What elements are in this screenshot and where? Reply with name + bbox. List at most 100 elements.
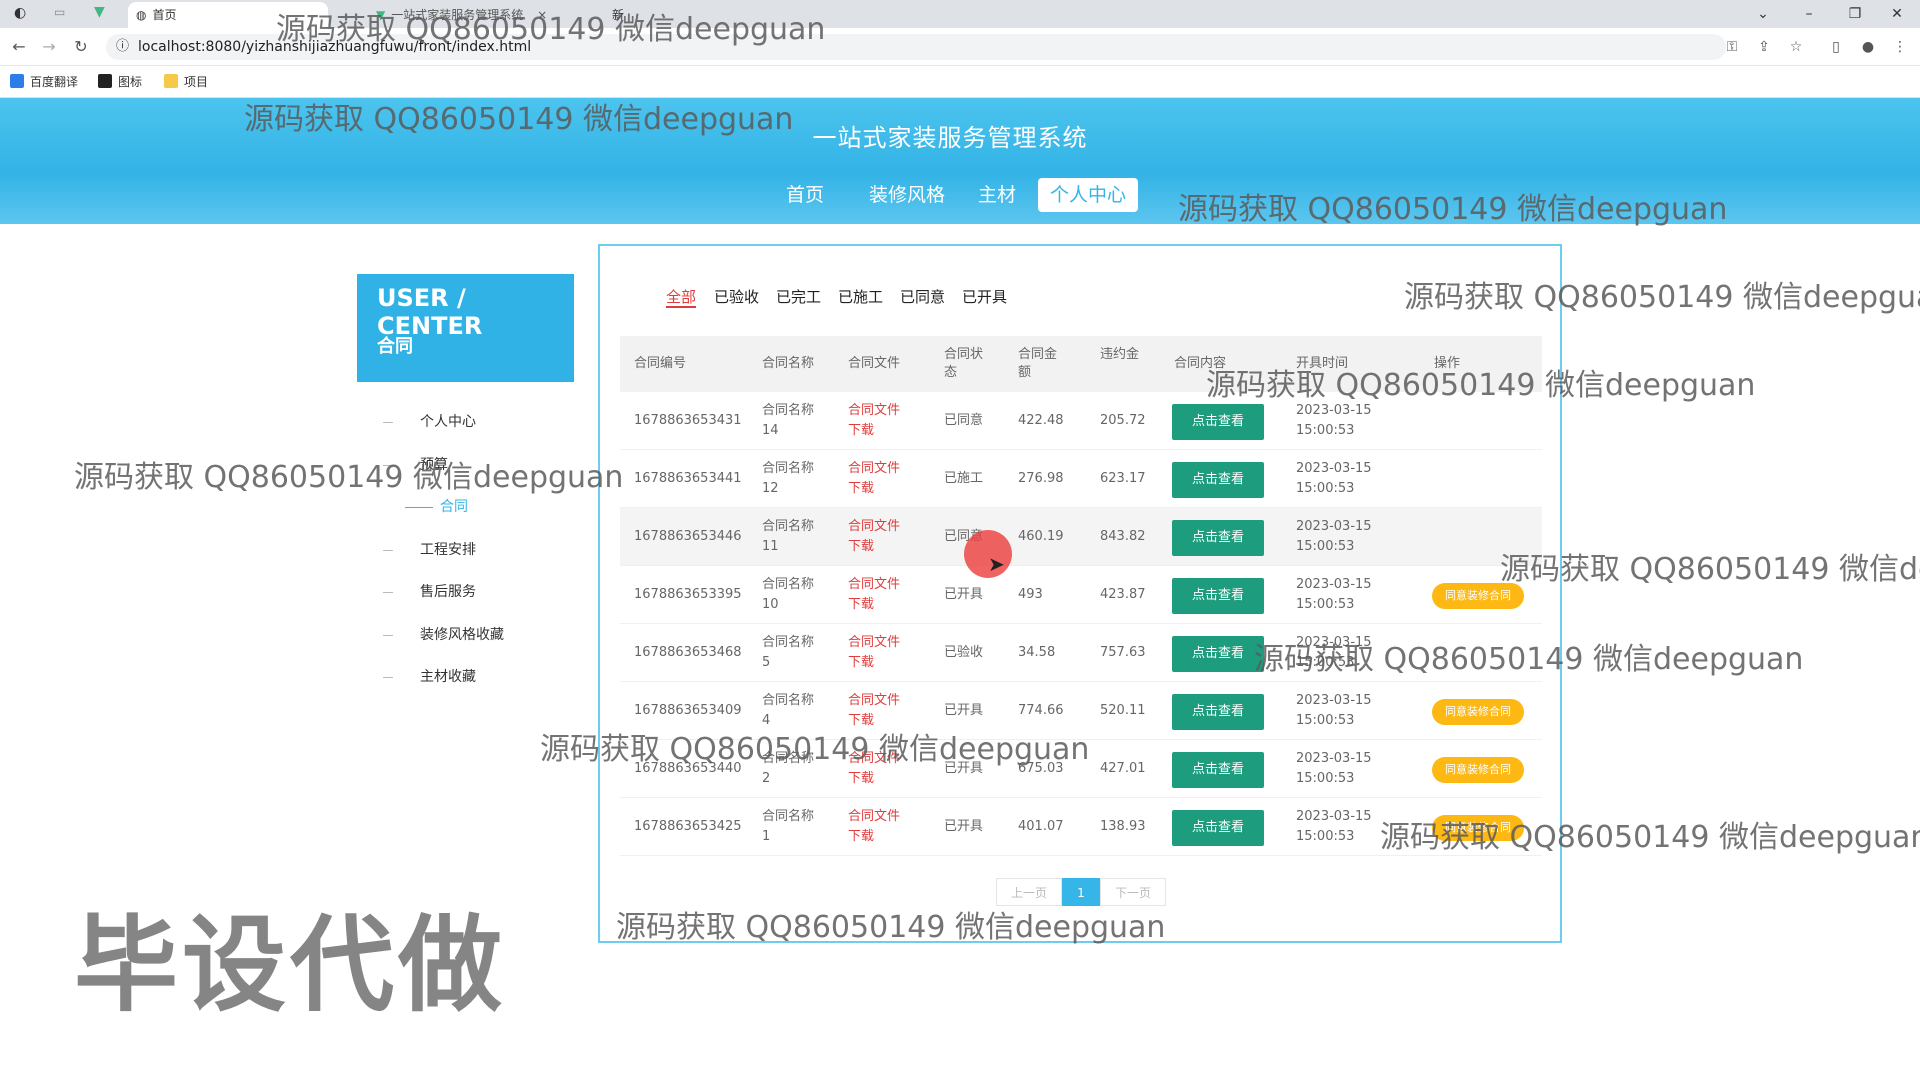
sidebar-item[interactable]: 工程安排 bbox=[420, 540, 476, 560]
contract-amount: 401.07 bbox=[1018, 819, 1064, 834]
folder-icon bbox=[164, 74, 178, 88]
contract-penalty: 423.87 bbox=[1100, 587, 1146, 602]
tab-search-icon[interactable]: ⌄ bbox=[1740, 0, 1786, 28]
filter-tab[interactable]: 全部 bbox=[666, 286, 697, 308]
browser-icon[interactable]: ◐ bbox=[14, 5, 26, 21]
contract-amount: 34.58 bbox=[1018, 645, 1056, 660]
mouse-pointer-icon: ➤ bbox=[988, 552, 1005, 576]
sidebar-item[interactable]: 售后服务 bbox=[420, 582, 476, 602]
contract-status: 已开具 bbox=[944, 703, 984, 718]
contract-file-download[interactable]: 下载 bbox=[848, 479, 874, 499]
vue-icon[interactable]: ▼ bbox=[94, 4, 105, 20]
contract-name-number: 1 bbox=[762, 829, 771, 844]
bookmark-icons[interactable]: 图标 bbox=[98, 72, 142, 92]
profile-icon[interactable]: ● bbox=[1858, 37, 1878, 57]
share-icon[interactable]: ⇪ bbox=[1754, 37, 1774, 57]
contract-penalty: 427.01 bbox=[1100, 761, 1146, 776]
contract-name: 合同名称 bbox=[762, 809, 815, 824]
filter-tab[interactable]: 已施工 bbox=[838, 286, 883, 308]
issue-time: 15:00:53 bbox=[1296, 481, 1355, 496]
column-header: 合同金额 bbox=[1018, 347, 1058, 380]
sidebar-dash bbox=[383, 677, 393, 678]
close-window-icon[interactable]: ✕ bbox=[1874, 0, 1920, 28]
contract-amount: 493 bbox=[1018, 587, 1043, 602]
star-icon[interactable]: ☆ bbox=[1786, 37, 1806, 57]
contract-file-download[interactable]: 下载 bbox=[848, 769, 874, 789]
contract-file-link[interactable]: 合同文件 bbox=[848, 401, 900, 421]
filter-tab[interactable]: 已验收 bbox=[714, 286, 759, 308]
column-header: 合同状态 bbox=[944, 347, 984, 380]
watermark-text: 源码获取 QQ86050149 微信deepguan bbox=[1500, 552, 1920, 587]
contract-file-link[interactable]: 合同文件 bbox=[848, 691, 900, 711]
contract-file-link[interactable]: 合同文件 bbox=[848, 575, 900, 595]
view-content-button[interactable]: 点击查看 bbox=[1172, 578, 1264, 614]
agree-contract-button[interactable]: 同意装修合同 bbox=[1432, 699, 1524, 725]
issue-date: 2023-03-15 bbox=[1296, 751, 1372, 766]
contract-id: 1678863653441 bbox=[634, 471, 742, 486]
watermark-text: 源码获取 QQ86050149 微信deepguan bbox=[1178, 192, 1728, 227]
bookmark-translate[interactable]: 百度翻译 bbox=[10, 72, 78, 92]
filter-tab[interactable]: 已开具 bbox=[962, 286, 1007, 308]
sidebar-dash bbox=[383, 422, 393, 423]
view-content-button[interactable]: 点击查看 bbox=[1172, 752, 1264, 788]
view-content-button[interactable]: 点击查看 bbox=[1172, 636, 1264, 672]
tab-square-icon[interactable]: ▭ bbox=[54, 5, 65, 19]
forward-icon[interactable]: → bbox=[38, 36, 60, 58]
issue-date: 2023-03-15 bbox=[1296, 577, 1372, 592]
contract-file-download[interactable]: 下载 bbox=[848, 827, 874, 847]
view-content-button[interactable]: 点击查看 bbox=[1172, 462, 1264, 498]
nav-materials[interactable]: 主材 bbox=[972, 178, 1022, 212]
contract-penalty: 205.72 bbox=[1100, 413, 1146, 428]
watermark-text: 源码获取 QQ86050149 微信deepguan bbox=[1380, 820, 1920, 855]
column-header: 违约金 bbox=[1100, 347, 1140, 362]
restore-icon[interactable]: ❐ bbox=[1832, 0, 1878, 28]
sidebar-item[interactable]: 主材收藏 bbox=[420, 667, 476, 687]
filter-tab[interactable]: 已完工 bbox=[776, 286, 821, 308]
view-content-button[interactable]: 点击查看 bbox=[1172, 520, 1264, 556]
bookmark-project[interactable]: 项目 bbox=[164, 72, 208, 92]
view-content-button[interactable]: 点击查看 bbox=[1172, 694, 1264, 730]
issue-date: 2023-03-15 bbox=[1296, 461, 1372, 476]
view-content-button[interactable]: 点击查看 bbox=[1172, 810, 1264, 846]
contract-name-number: 10 bbox=[762, 597, 779, 612]
contract-file-download[interactable]: 下载 bbox=[848, 537, 874, 557]
sidebar-item[interactable]: 装修风格收藏 bbox=[420, 625, 504, 645]
sidebar-item[interactable]: 合同 bbox=[440, 497, 468, 517]
back-icon[interactable]: ← bbox=[8, 36, 30, 58]
agree-contract-button[interactable]: 同意装修合同 bbox=[1432, 757, 1524, 783]
contract-file-link[interactable]: 合同文件 bbox=[848, 459, 900, 479]
watermark-text: 源码获取 QQ86050149 微信deepguan bbox=[540, 732, 1090, 767]
contract-penalty: 757.63 bbox=[1100, 645, 1146, 660]
issue-date: 2023-03-15 bbox=[1296, 693, 1372, 708]
contract-name-number: 14 bbox=[762, 423, 779, 438]
contract-penalty: 843.82 bbox=[1100, 529, 1146, 544]
translate-icon bbox=[10, 74, 24, 88]
contract-file-link[interactable]: 合同文件 bbox=[848, 633, 900, 653]
contract-file-download[interactable]: 下载 bbox=[848, 653, 874, 673]
issue-time: 15:00:53 bbox=[1296, 771, 1355, 786]
nav-home[interactable]: 首页 bbox=[780, 178, 830, 212]
sidebar-icon[interactable]: ▯ bbox=[1826, 37, 1846, 57]
menu-icon[interactable]: ⋮ bbox=[1890, 37, 1910, 57]
contract-status: 已开具 bbox=[944, 819, 984, 834]
table-row: 1678863653395 合同名称 10 合同文件 下载 已开具 493 423.87 点击查… bbox=[620, 566, 1542, 624]
contract-file-download[interactable]: 下载 bbox=[848, 595, 874, 615]
filter-tab[interactable]: 已同意 bbox=[900, 286, 945, 308]
minimize-icon[interactable]: – bbox=[1786, 0, 1832, 28]
nav-user-center[interactable]: 个人中心 bbox=[1038, 178, 1138, 212]
sidebar-dash bbox=[383, 635, 393, 636]
column-header: 合同名称 bbox=[762, 356, 815, 371]
contract-id: 1678863653446 bbox=[634, 529, 742, 544]
sidebar-item[interactable]: 个人中心 bbox=[420, 412, 476, 432]
column-header: 合同文件 bbox=[848, 356, 901, 371]
view-content-button[interactable]: 点击查看 bbox=[1172, 404, 1264, 440]
contract-amount: 460.19 bbox=[1018, 529, 1064, 544]
reload-icon[interactable]: ↻ bbox=[70, 36, 92, 58]
contract-file-link[interactable]: 合同文件 bbox=[848, 807, 900, 827]
key-icon[interactable]: ⚿ bbox=[1722, 37, 1742, 57]
info-icon[interactable]: ⓘ bbox=[116, 34, 129, 60]
contract-file-download[interactable]: 下载 bbox=[848, 421, 874, 441]
nav-styles[interactable]: 装修风格 bbox=[862, 178, 952, 212]
contract-file-link[interactable]: 合同文件 bbox=[848, 517, 900, 537]
table-row: 1678863653446 合同名称 11 合同文件 下载 已同意 460.19 843.82… bbox=[620, 508, 1542, 566]
